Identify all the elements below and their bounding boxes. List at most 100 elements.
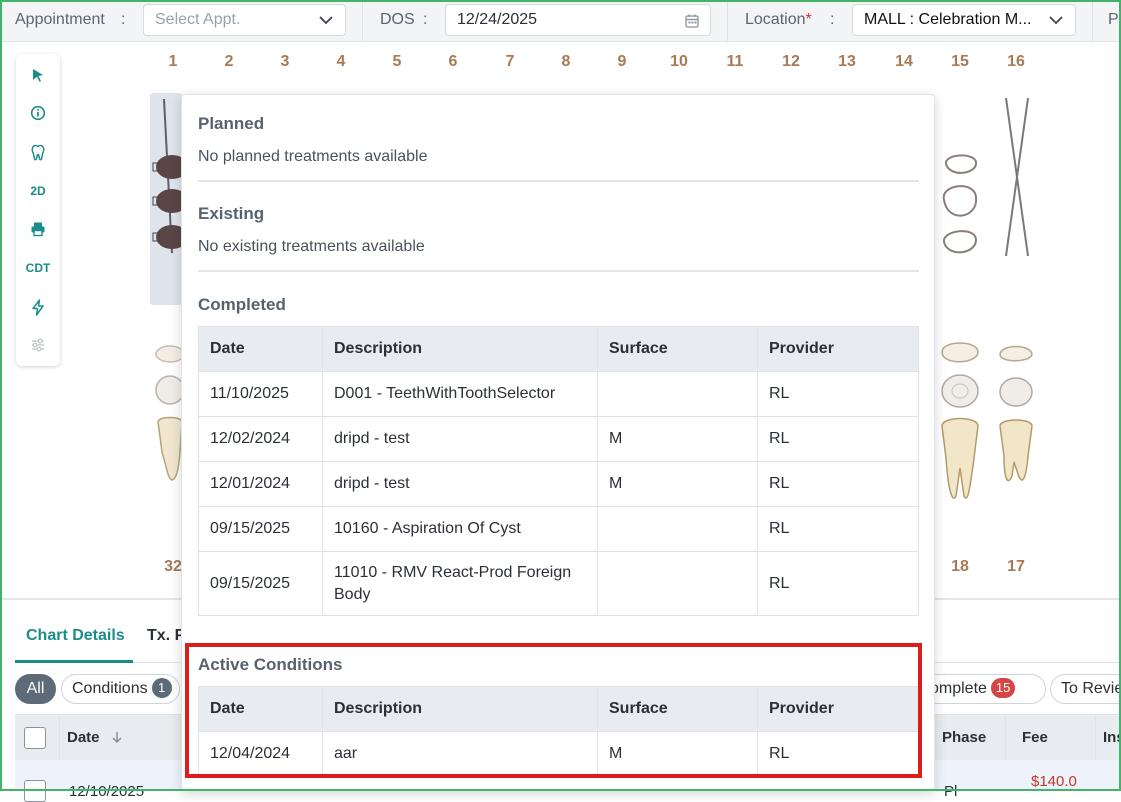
date-column-header[interactable]: Date: [67, 729, 124, 746]
tooth-number[interactable]: 4: [326, 53, 356, 71]
filter-all[interactable]: All: [15, 674, 56, 704]
phase-column-header[interactable]: Phase: [942, 729, 986, 746]
row-provider: RL: [757, 461, 919, 507]
location-select[interactable]: MALL : Celebration M...: [852, 4, 1076, 36]
tooth-15-outline[interactable]: [938, 150, 982, 260]
complete-count-badge: 15: [990, 678, 1016, 698]
tooth-number[interactable]: 11: [720, 53, 750, 71]
info-icon: [30, 105, 46, 121]
tooth-tool-button[interactable]: [16, 137, 60, 167]
table-row[interactable]: 09/15/2025 10160 - Aspiration Of Cyst RL: [198, 506, 919, 552]
column-divider: [1095, 715, 1096, 761]
row-date: 12/01/2024: [198, 461, 323, 507]
next-filter-label: P: [1108, 11, 1119, 28]
calendar-icon[interactable]: [684, 13, 700, 29]
row-checkbox[interactable]: [24, 780, 46, 802]
row-surface: [597, 551, 758, 616]
fee-column-header[interactable]: Fee: [1022, 729, 1048, 746]
row-date: 09/15/2025: [198, 551, 323, 616]
dos-date-input[interactable]: 12/24/2025: [445, 4, 711, 36]
planned-section-title: Planned: [198, 114, 265, 133]
filter-conditions[interactable]: Conditions 1: [61, 674, 180, 704]
print-button[interactable]: [16, 214, 60, 244]
row-date: 12/02/2024: [198, 416, 323, 462]
tooth-icon: [31, 144, 45, 160]
table-row[interactable]: 12/01/2024 dripd - test M RL: [198, 461, 919, 507]
tooth-16-missing[interactable]: [1000, 96, 1034, 260]
2d-view-button[interactable]: 2D: [16, 176, 60, 206]
dos-value: 12/24/2025: [457, 11, 538, 28]
sort-down-icon: [112, 732, 122, 744]
location-colon: :: [830, 11, 835, 28]
tooth-number[interactable]: 8: [551, 53, 581, 71]
tooth-number[interactable]: 5: [382, 53, 412, 71]
row-surface: [597, 506, 758, 552]
tooth-32[interactable]: [152, 340, 182, 490]
tooth-number[interactable]: 16: [1001, 53, 1031, 71]
chart-toolbar: 2D CDT: [16, 54, 60, 366]
tooth-number[interactable]: 17: [1001, 558, 1031, 576]
select-all-checkbox[interactable]: [24, 727, 46, 749]
row-description: D001 - TeethWithToothSelector: [322, 371, 598, 417]
existing-section-title: Existing: [198, 204, 265, 223]
row-surface: M: [597, 461, 758, 507]
pointer-tool-button[interactable]: [16, 60, 60, 90]
divider: [362, 0, 363, 42]
required-marker: *: [805, 11, 812, 28]
planned-empty-message: No planned treatments available: [198, 148, 428, 165]
tab-chart-details[interactable]: Chart Details: [26, 627, 125, 645]
tooth-number[interactable]: 12: [776, 53, 806, 71]
tooth-number[interactable]: 13: [832, 53, 862, 71]
tab-tx-plan[interactable]: Tx. P: [147, 627, 185, 645]
tooth-17[interactable]: [996, 340, 1036, 490]
row-date: 11/10/2025: [198, 371, 323, 417]
divider: [727, 0, 728, 42]
appointment-placeholder: Select Appt.: [155, 11, 241, 28]
table-row[interactable]: 11/10/2025 D001 - TeethWithToothSelector…: [198, 371, 919, 417]
tooth-number[interactable]: 14: [889, 53, 919, 71]
row-provider: RL: [757, 506, 919, 552]
info-tool-button[interactable]: [16, 98, 60, 128]
filter-conditions-label: Conditions: [72, 680, 148, 697]
chevron-down-icon: [319, 16, 333, 25]
section-divider: [198, 180, 919, 182]
location-label: Location*: [745, 11, 812, 28]
section-divider: [198, 270, 919, 272]
row-description: 10160 - Aspiration Of Cyst: [322, 506, 598, 552]
ins-column-header[interactable]: Ins: [1103, 729, 1121, 746]
tooth-18[interactable]: [938, 338, 982, 504]
filter-to-review[interactable]: To Revie: [1050, 674, 1121, 704]
quick-action-button[interactable]: [16, 292, 60, 322]
pointer-icon: [33, 69, 43, 82]
row-provider: RL: [757, 416, 919, 462]
lightning-icon: [32, 298, 44, 316]
cdt-button[interactable]: CDT: [16, 253, 60, 283]
settings-sliders-button[interactable]: [16, 330, 60, 360]
column-divider: [59, 715, 60, 761]
tooth-number[interactable]: 15: [945, 53, 975, 71]
row-description: dripd - test: [322, 461, 598, 507]
tooth-number[interactable]: 6: [438, 53, 468, 71]
conditions-count-badge: 1: [151, 678, 172, 698]
filter-bar: Appointment : Select Appt. DOS : 12/24/2…: [0, 0, 1121, 42]
table-row[interactable]: 12/02/2024 dripd - test M RL: [198, 416, 919, 462]
active-tab-indicator: [15, 660, 133, 663]
appointment-colon: :: [121, 11, 126, 28]
row-description: 11010 - RMV React-Prod Foreign Body: [322, 551, 598, 616]
row-date: 09/15/2025: [198, 506, 323, 552]
tooth-number[interactable]: 1: [158, 53, 188, 71]
tooth-number[interactable]: 10: [664, 53, 694, 71]
appointment-select[interactable]: Select Appt.: [143, 4, 346, 36]
tooth-number[interactable]: 18: [945, 558, 975, 576]
tooth-number[interactable]: 2: [214, 53, 244, 71]
row-surface: [597, 371, 758, 417]
dos-colon: :: [423, 11, 428, 28]
tooth-number[interactable]: 9: [607, 53, 637, 71]
row-fee: $140.0: [1031, 773, 1077, 790]
table-row[interactable]: 09/15/2025 11010 - RMV React-Prod Foreig…: [198, 551, 919, 616]
surface-column-header: Surface: [597, 326, 758, 372]
tooth-number[interactable]: 7: [495, 53, 525, 71]
tooth-number[interactable]: 3: [270, 53, 300, 71]
divider: [1092, 0, 1093, 42]
tooth-1-selected[interactable]: [150, 93, 182, 305]
